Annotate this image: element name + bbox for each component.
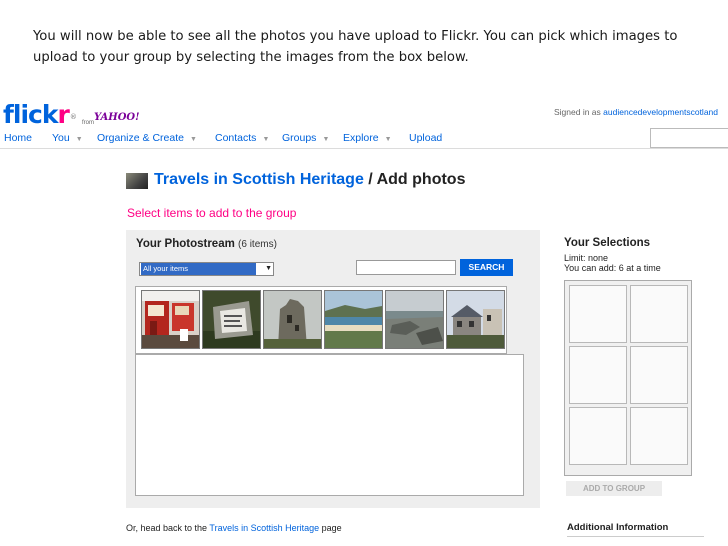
chevron-down-icon[interactable]: ▼ (190, 136, 197, 143)
page-title-suffix: / Add photos (363, 171, 466, 188)
photostream-count: (6 items) (238, 239, 277, 250)
chevron-down-icon[interactable]: ▼ (76, 136, 83, 143)
photo-stone-sign (203, 291, 260, 348)
photo-heritage-building (447, 291, 504, 348)
search-button[interactable]: SEARCH (460, 259, 513, 276)
photostream-panel: Your Photostream (6 items) All your item… (126, 230, 540, 508)
flickr-screenshot: flickr® from YAHOO! Signed in as audienc… (0, 98, 728, 546)
nav-explore[interactable]: Explore ▼ (343, 132, 392, 144)
chevron-down-icon[interactable]: ▼ (322, 136, 329, 143)
logo-text: flick (3, 100, 58, 129)
photo-castle-ruin (264, 291, 321, 348)
back-group-link[interactable]: Travels in Scottish Heritage (209, 523, 319, 533)
back-suffix: page (321, 523, 342, 533)
photo-rocky-shore (386, 291, 443, 348)
page-footer: Or, head back to the Travels in Scottish… (126, 519, 716, 546)
selections-limit: Limit: none (564, 253, 609, 263)
photo-thumbnail[interactable] (324, 290, 383, 349)
selections-title: Your Selections (564, 237, 651, 249)
logo-text-r: r (57, 100, 69, 129)
photo-thumbnail[interactable] (263, 290, 322, 349)
footer-divider (567, 536, 704, 537)
nav-groups[interactable]: Groups ▼ (282, 132, 329, 144)
nav-groups-label: Groups (282, 132, 317, 144)
back-prefix: Or, head back to the (126, 523, 208, 533)
selections-can-add: You can add: 6 at a time (564, 263, 661, 273)
group-name-link[interactable]: Travels in Scottish Heritage (154, 171, 364, 188)
filter-selected-value: All your items (141, 263, 256, 275)
photo-exhibit-room (142, 291, 199, 348)
username-link[interactable]: audiencedevelopmentscotland (603, 107, 718, 117)
nav-organize-label: Organize & Create (97, 132, 184, 144)
nav-you[interactable]: You ▼ (52, 132, 83, 144)
flickr-logo[interactable]: flickr® (3, 100, 77, 129)
selection-slot[interactable] (569, 346, 627, 404)
logo-registered: ® (69, 113, 77, 121)
selection-slot[interactable] (569, 407, 627, 465)
page-subtitle: Select items to add to the group (127, 206, 297, 220)
nav-contacts-label: Contacts (215, 132, 257, 144)
photostream-heading: Your Photostream (6 items) (136, 238, 277, 250)
nav-upload[interactable]: Upload (409, 132, 442, 144)
signed-in-label: Signed in as (554, 107, 601, 117)
top-search-field[interactable] (650, 128, 728, 148)
group-icon (126, 173, 148, 189)
page-title: Travels in Scottish Heritage / Add photo… (154, 171, 465, 189)
yahoo-logo: YAHOO! (94, 112, 140, 123)
dropdown-arrow-icon[interactable]: ▼ (265, 265, 272, 272)
nav-home[interactable]: Home (4, 132, 32, 144)
photo-thumbnail[interactable] (385, 290, 444, 349)
nav-upload-label: Upload (409, 132, 443, 144)
selection-slot[interactable] (630, 285, 688, 343)
selections-panel (564, 280, 692, 476)
photo-filter-select[interactable]: All your items ▼ (139, 262, 274, 276)
chevron-down-icon[interactable]: ▼ (262, 136, 269, 143)
add-to-group-button[interactable]: ADD TO GROUP (566, 481, 662, 496)
photo-browser-area[interactable] (135, 354, 524, 496)
signed-in-info: Signed in as audiencedevelopmentscotland (554, 107, 718, 117)
photo-thumbnail[interactable] (446, 290, 505, 349)
additional-information-heading: Additional Information (567, 522, 669, 533)
selection-slot[interactable] (630, 407, 688, 465)
photo-coastal-bay (325, 291, 382, 348)
chevron-down-icon[interactable]: ▼ (385, 136, 392, 143)
nav-organize[interactable]: Organize & Create ▼ (97, 132, 197, 144)
photo-thumbnail[interactable] (141, 290, 200, 349)
back-link-line: Or, head back to the Travels in Scottish… (126, 523, 342, 533)
nav-home-label: Home (4, 132, 33, 144)
photo-search-input[interactable] (356, 260, 456, 275)
photo-strip (135, 286, 507, 354)
from-label: from (82, 120, 94, 126)
photo-thumbnail[interactable] (202, 290, 261, 349)
selection-slot[interactable] (569, 285, 627, 343)
photostream-title: Your Photostream (136, 238, 235, 250)
nav-divider (0, 148, 728, 149)
instruction-caption: You will now be able to see all the phot… (33, 29, 678, 65)
selection-slot[interactable] (630, 346, 688, 404)
nav-you-label: You (52, 132, 70, 144)
nav-contacts[interactable]: Contacts ▼ (215, 132, 269, 144)
nav-explore-label: Explore (343, 132, 379, 144)
